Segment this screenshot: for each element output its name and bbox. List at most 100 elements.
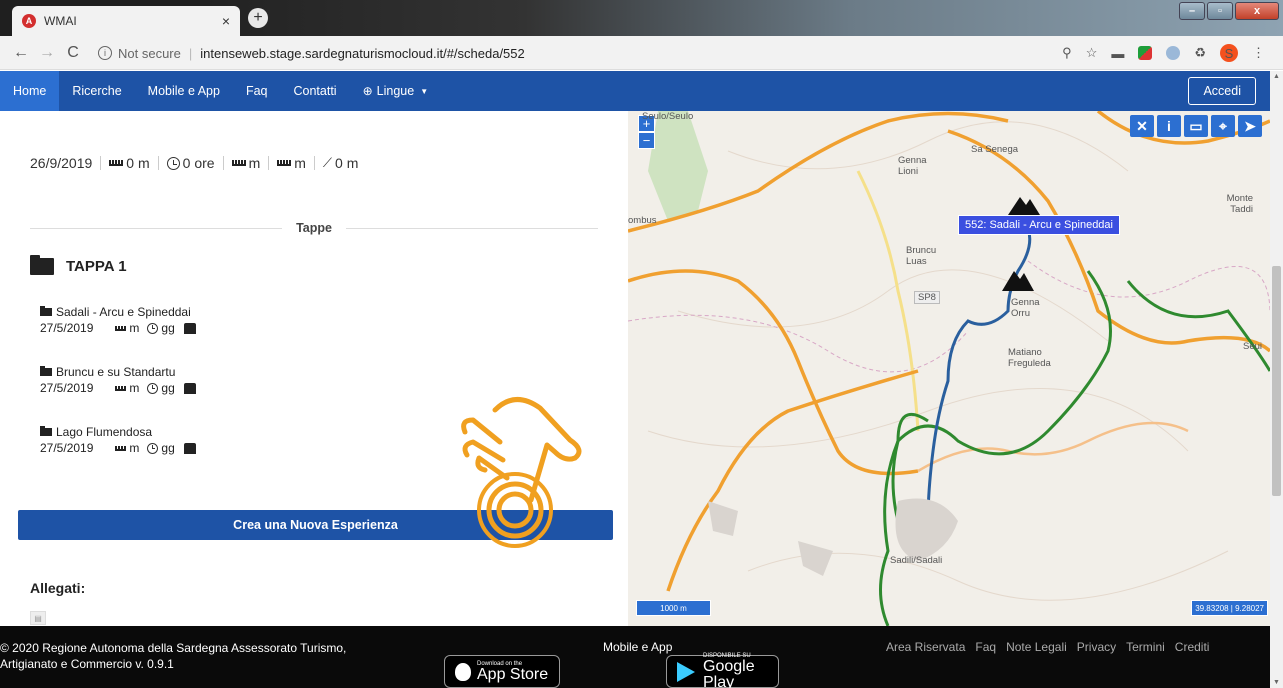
app-store-badge[interactable]: Download on the App Store: [444, 655, 560, 688]
crea-esperienza-button[interactable]: Crea una Nuova Esperienza: [18, 510, 613, 540]
map-road-secondary: [856, 170, 920, 432]
clock-icon: [147, 322, 159, 334]
nav-contatti[interactable]: Contatti: [281, 71, 350, 111]
map-label: Matiano Freguleda: [1008, 347, 1051, 369]
close-map-icon[interactable]: ✕: [1130, 115, 1154, 137]
map-label: Genna Orru: [1011, 297, 1040, 319]
maximize-button[interactable]: ▫: [1207, 2, 1233, 20]
menu-icon[interactable]: ⋮: [1252, 45, 1265, 61]
map-label: Sadili/Sadali: [890, 555, 943, 566]
footer-link-note-legali[interactable]: Note Legali: [1006, 640, 1067, 654]
stage-date: 27/5/2019: [40, 381, 94, 395]
route-popup-label[interactable]: 552: Sadali - Arcu e Spineddai: [958, 215, 1120, 235]
site-navbar: Home Ricerche Mobile e App Faq Contatti …: [0, 71, 1270, 111]
tappa-header[interactable]: TAPPA 1: [30, 255, 127, 275]
footer-link-privacy[interactable]: Privacy: [1077, 640, 1116, 654]
close-window-button[interactable]: x: [1235, 2, 1279, 20]
scrollbar-thumb[interactable]: [1272, 266, 1281, 496]
map-view[interactable]: + − ✕ i ▭ ⌖ ➤ Seulo/Seulo Genna Lioni Sa…: [628, 111, 1270, 626]
map-canvas: [628, 111, 1270, 626]
page-scrollbar[interactable]: ▲ ▼: [1270, 71, 1283, 688]
stage-item[interactable]: Sadali - Arcu e Spineddai 27/5/2019 m gg: [40, 305, 196, 335]
address-bar[interactable]: i Not secure | intenseweb.stage.sardegna…: [98, 43, 1188, 63]
angular-favicon-icon: A: [22, 14, 36, 28]
footer-link-faq[interactable]: Faq: [975, 640, 996, 654]
comment-icon[interactable]: ▭: [1184, 115, 1208, 137]
google-play-badge[interactable]: DISPONIBILE SU Google Play: [666, 653, 779, 688]
ascent-value: m: [248, 155, 261, 171]
stage-distance: m: [129, 381, 140, 395]
elevation-stat: ⟋ 0 m: [323, 155, 358, 171]
url-text[interactable]: intenseweb.stage.sardegnaturismocloud.it…: [200, 46, 525, 61]
bookmark-star-icon[interactable]: ☆: [1086, 45, 1098, 61]
folder-icon: [40, 366, 52, 376]
mobile-app-heading: Mobile e App: [603, 640, 673, 654]
globe-icon: ⊕: [362, 84, 373, 98]
back-button[interactable]: ←: [8, 44, 34, 62]
scroll-down-arrow-icon[interactable]: ▼: [1273, 679, 1280, 686]
clock-icon: [166, 156, 180, 170]
new-tab-button[interactable]: +: [248, 8, 268, 28]
ruler-icon: [115, 385, 127, 391]
tab-close-icon[interactable]: ×: [222, 13, 230, 29]
incognito-icon[interactable]: ▬: [1111, 46, 1124, 61]
clock-icon: [147, 442, 159, 454]
nav-ricerche[interactable]: Ricerche: [59, 71, 134, 111]
ruler-icon: [115, 445, 127, 451]
recycle-icon[interactable]: ♻: [1194, 45, 1206, 61]
site-footer: © 2020 Regione Autonoma della Sardegna A…: [0, 626, 1270, 688]
mountain-marker-icon: [1008, 197, 1040, 215]
nav-home[interactable]: Home: [0, 71, 60, 111]
folder-icon: [40, 306, 52, 316]
itinerary-date: 26/9/2019: [30, 155, 93, 171]
stats-separator: [157, 156, 159, 170]
google-play-big-text: Google Play: [703, 657, 755, 688]
accedi-button[interactable]: Accedi: [1188, 77, 1256, 105]
stage-distance: m: [129, 321, 140, 335]
scroll-up-arrow-icon[interactable]: ▲: [1273, 73, 1280, 80]
map-road-main: [628, 269, 919, 476]
allegati-heading: Allegati:: [30, 580, 86, 596]
copyright-text: © 2020 Regione Autonoma della Sardegna A…: [0, 641, 347, 671]
map-tools: ✕ i ▭ ⌖ ➤: [1130, 115, 1262, 137]
map-town-area: [708, 501, 738, 536]
nav-faq[interactable]: Faq: [233, 71, 281, 111]
itinerary-panel: 26/9/2019 0 m 0 ore m m ⟋ 0 m Tappe TAPPA…: [0, 111, 628, 626]
divider-line: [30, 227, 283, 229]
footer-link-termini[interactable]: Termini: [1126, 640, 1165, 654]
map-label: Genna Lioni: [898, 155, 927, 177]
zoom-icon[interactable]: ⚲: [1062, 45, 1072, 61]
extension-icon[interactable]: [1138, 46, 1153, 60]
nav-lingue-dropdown[interactable]: ⊕ Lingue ▼: [350, 71, 442, 111]
stage-distance: m: [129, 441, 140, 455]
stage-item[interactable]: Bruncu e su Standartu 27/5/2019 m gg: [40, 365, 196, 395]
stage-time: gg: [161, 381, 175, 395]
locate-icon[interactable]: ➤: [1238, 115, 1262, 137]
nav-mobile-app[interactable]: Mobile e App: [135, 71, 233, 111]
reload-button[interactable]: C: [60, 44, 86, 62]
apple-icon: [455, 662, 471, 681]
forward-button[interactable]: →: [34, 44, 60, 62]
ascent-stat: m: [231, 155, 261, 171]
pin-icon[interactable]: ⌖: [1211, 115, 1235, 137]
info-icon[interactable]: i: [1157, 115, 1181, 137]
stage-item[interactable]: Lago Flumendosa 27/5/2019 m gg: [40, 425, 196, 455]
file-icon[interactable]: ▤: [30, 611, 46, 625]
profile-avatar[interactable]: S: [1220, 44, 1238, 62]
zoom-out-button[interactable]: −: [638, 132, 655, 149]
footer-link-area-riservata[interactable]: Area Riservata: [886, 640, 965, 654]
stats-separator: [268, 156, 270, 170]
descent-value: m: [294, 155, 306, 171]
descent-stat: m: [277, 155, 306, 171]
stats-separator: [100, 156, 102, 170]
map-label: Monte Taddi: [1226, 193, 1253, 215]
map-town-area: [895, 498, 958, 561]
browser-tab[interactable]: A WMAI ×: [12, 6, 240, 36]
extension-icon[interactable]: [1166, 46, 1181, 60]
clock-icon: [147, 382, 159, 394]
divider-line: [345, 227, 599, 229]
footer-link-crediti[interactable]: Crediti: [1175, 640, 1210, 654]
info-icon[interactable]: i: [98, 46, 112, 60]
minimize-button[interactable]: –: [1179, 2, 1205, 20]
stage-date: 27/5/2019: [40, 321, 94, 335]
